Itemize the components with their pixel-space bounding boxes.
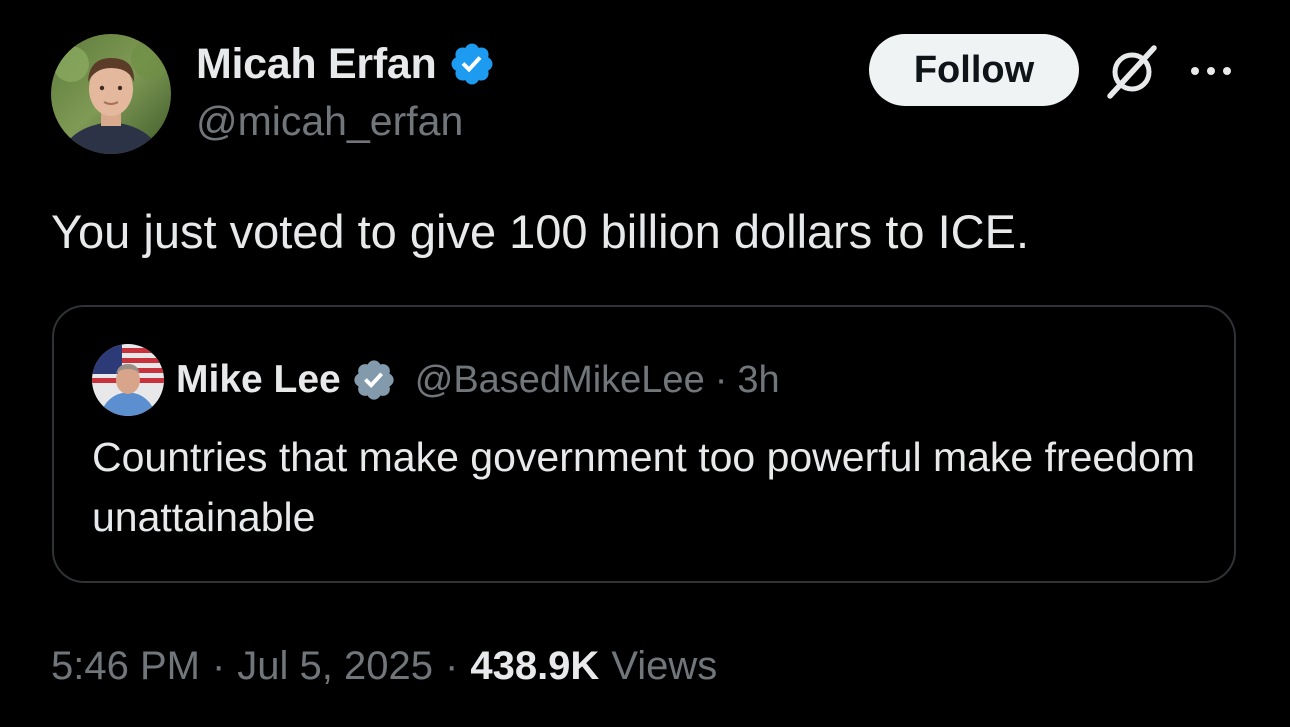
- tweet-meta-row: 5:46 PM · Jul 5, 2025 · 438.9K Views: [51, 638, 717, 694]
- quoted-tweet-text: Countries that make government too power…: [92, 434, 1195, 540]
- quoted-author-display-name[interactable]: Mike Lee: [176, 358, 341, 402]
- author-handle[interactable]: @micah_erfan: [196, 98, 463, 145]
- author-name-row: Micah Erfan: [196, 38, 496, 90]
- quoted-tweet-header: Mike Lee @BasedMikeLee · 3h: [176, 353, 780, 407]
- author-avatar-image: [51, 34, 171, 154]
- grok-icon[interactable]: [1104, 44, 1160, 100]
- government-verified-badge-icon[interactable]: [351, 357, 397, 403]
- quoted-tweet-card[interactable]: Mike Lee @BasedMikeLee · 3h Countries th…: [52, 305, 1236, 583]
- author-avatar[interactable]: [51, 34, 171, 154]
- more-options-icon[interactable]: [1188, 54, 1234, 88]
- quoted-author-handle[interactable]: @BasedMikeLee: [415, 359, 705, 402]
- tweet-time[interactable]: 5:46 PM: [51, 644, 200, 689]
- quoted-tweet-timestamp[interactable]: 3h: [737, 359, 779, 402]
- author-display-name[interactable]: Micah Erfan: [196, 40, 437, 89]
- views-label: Views: [611, 643, 718, 688]
- meta-separator: ·: [445, 643, 459, 688]
- follow-button[interactable]: Follow: [869, 34, 1079, 106]
- quoted-author-avatar[interactable]: [92, 344, 164, 416]
- quoted-author-avatar-image: [92, 344, 164, 416]
- verified-badge-icon[interactable]: [448, 40, 496, 88]
- views-count[interactable]: 438.9K: [470, 644, 599, 689]
- quoted-header-separator: ·: [714, 358, 728, 401]
- tweet-text: You just voted to give 100 billion dolla…: [51, 205, 1030, 258]
- tweet-date[interactable]: Jul 5, 2025: [237, 644, 433, 689]
- meta-separator: ·: [211, 643, 226, 688]
